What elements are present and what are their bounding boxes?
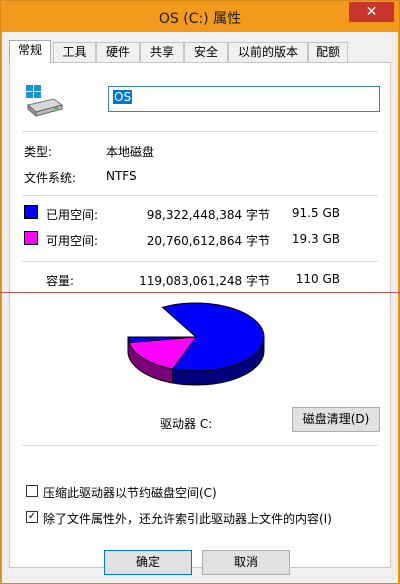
- tab-hardware[interactable]: 硬件: [96, 42, 140, 62]
- filesystem-value: NTFS: [106, 169, 137, 183]
- index-contents-checkbox[interactable]: ✓: [26, 511, 38, 523]
- disk-cleanup-button[interactable]: 磁盘清理(D): [292, 407, 380, 432]
- tab-general[interactable]: 常规: [9, 40, 51, 63]
- general-panel: OS 类型: 本地磁盘 文件系统: NTFS 已用空间: 98,322,448,…: [9, 62, 391, 568]
- index-contents-label[interactable]: 除了文件属性外，还允许索引此驱动器上文件的内容(I): [43, 510, 332, 527]
- window-title: OS (C:) 属性: [158, 11, 242, 27]
- divider: [22, 195, 378, 196]
- tab-security[interactable]: 安全: [184, 42, 228, 62]
- tab-tools[interactable]: 工具: [53, 42, 96, 62]
- used-space-bytes: 98,322,448,384 字节: [146, 208, 270, 222]
- tab-sharing[interactable]: 共享: [140, 42, 184, 62]
- drive-name-field[interactable]: OS: [108, 86, 380, 112]
- free-space-bytes: 20,760,612,864 字节: [146, 234, 270, 248]
- capacity-label: 容量:: [46, 274, 75, 288]
- title-bar[interactable]: OS (C:) 属性 ✕: [1, 1, 399, 32]
- tab-quota[interactable]: 配额: [308, 42, 348, 62]
- drive-name-text: OS: [113, 90, 133, 104]
- cancel-button[interactable]: 取消: [202, 550, 290, 575]
- compress-drive-checkbox[interactable]: [26, 485, 38, 497]
- divider: [22, 261, 378, 262]
- free-space-label: 可用空间:: [46, 234, 99, 248]
- type-value: 本地磁盘: [106, 145, 155, 159]
- filesystem-label: 文件系统:: [24, 171, 77, 185]
- used-space-size: 91.5 GB: [291, 206, 340, 220]
- free-space-size: 19.3 GB: [291, 232, 340, 246]
- disk-usage-pie-chart: [127, 302, 265, 386]
- ok-button[interactable]: 确定: [104, 550, 192, 575]
- used-space-label: 已用空间:: [46, 208, 99, 222]
- dialog-body: 常规 工具 硬件 共享 安全 以前的版本 配额 OS 类型: 本地磁盘 文件系统…: [2, 32, 398, 583]
- capacity-size: 110 GB: [295, 272, 340, 286]
- drive-icon: [24, 83, 64, 119]
- drive-letter-label: 驱动器 C:: [160, 417, 213, 431]
- compress-drive-label[interactable]: 压缩此驱动器以节约磁盘空间(C): [43, 484, 217, 501]
- close-button[interactable]: ✕: [349, 2, 394, 22]
- free-space-swatch: [24, 231, 38, 245]
- type-label: 类型:: [24, 145, 53, 159]
- divider: [22, 445, 378, 446]
- capacity-bytes: 119,083,061,248 字节: [139, 274, 270, 288]
- tab-previous-versions[interactable]: 以前的版本: [228, 42, 308, 62]
- red-guide-line: [0, 292, 400, 293]
- used-space-swatch: [24, 205, 38, 219]
- divider: [22, 131, 378, 132]
